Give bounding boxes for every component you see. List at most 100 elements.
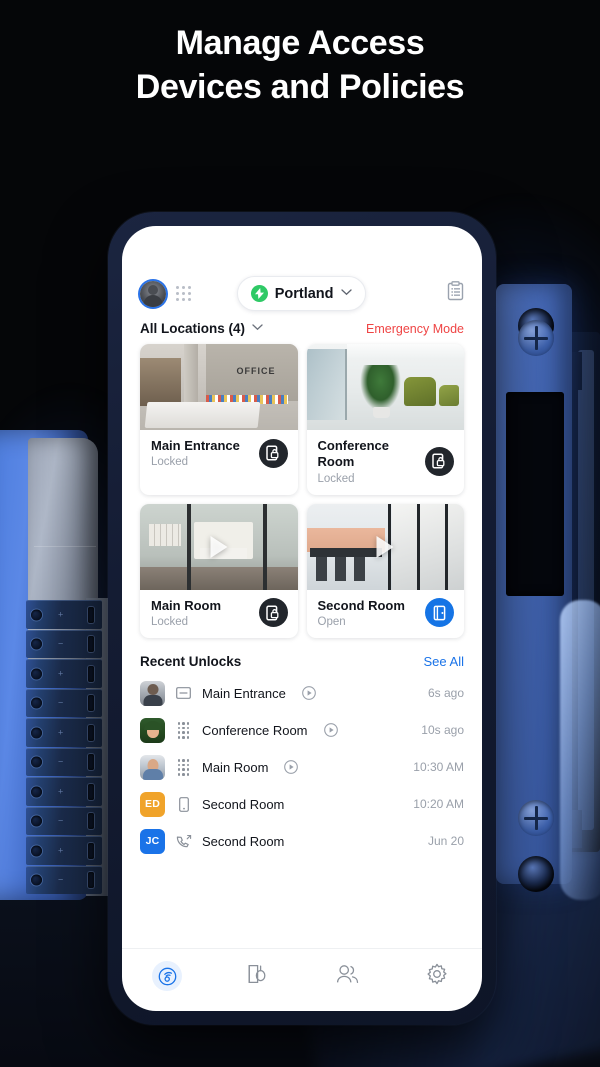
avatar-initials: JC [140, 828, 165, 854]
phone-tap-icon [175, 834, 192, 849]
unlock-timestamp: 10:30 AM [413, 760, 464, 775]
door-lock-icon [246, 963, 268, 990]
door-meta: Second Room Open [307, 590, 465, 638]
strike-cutout [506, 392, 564, 596]
nav-item-unlock[interactable] [144, 961, 190, 991]
terminal-row: − [26, 806, 102, 835]
headline-line-2: Devices and Policies [135, 67, 465, 106]
phone-mockup: Portland All Locations (4) Emergency Mod… [108, 212, 496, 1025]
grid-menu-icon[interactable] [176, 286, 191, 301]
door-meta: Main Room Locked [140, 590, 298, 638]
terminal-hole-icon [31, 815, 42, 827]
door-status: Open [317, 615, 346, 628]
door-thumbnail[interactable] [140, 503, 298, 590]
terminal-row: + [26, 659, 102, 688]
all-locations-label[interactable]: All Locations (4) [140, 321, 245, 336]
terminal-row: + [26, 836, 102, 865]
chevron-down-icon[interactable] [252, 323, 263, 334]
screw-icon [518, 800, 554, 836]
avatar [140, 754, 165, 780]
list-item[interactable]: Main Room 10:30 AM [122, 749, 482, 786]
terminal-slot-icon [88, 606, 94, 623]
chevron-down-icon [340, 288, 352, 299]
terminal-row: + [26, 600, 102, 629]
gear-icon [426, 963, 448, 990]
terminal-row: + [26, 718, 102, 747]
locations-filter-bar: All Locations (4) Emergency Mode [122, 311, 482, 344]
list-item[interactable]: Main Entrance 6s ago [122, 675, 482, 712]
app-header: Portland [122, 226, 482, 311]
unlock-timestamp: 10s ago [421, 723, 464, 738]
terminal-sign: − [58, 815, 64, 826]
door-thumbnail[interactable] [306, 503, 464, 590]
terminal-slot-icon [88, 636, 94, 653]
app-screen: Portland All Locations (4) Emergency Mod… [122, 226, 482, 1011]
clipboard-icon[interactable] [447, 281, 464, 306]
door-thumbnail[interactable] [306, 344, 464, 430]
play-overlay-icon[interactable] [210, 535, 228, 558]
people-icon [336, 964, 359, 989]
terminal-hole-icon [31, 609, 42, 621]
play-button[interactable] [301, 686, 316, 701]
terminal-sign: + [58, 668, 64, 679]
unlock-timestamp: 6s ago [427, 686, 464, 701]
terminal-slot-icon [88, 783, 94, 800]
play-overlay-icon[interactable] [376, 535, 394, 558]
door-meta: Main Entrance Locked [140, 430, 298, 478]
door-card[interactable]: OFFICE Main Entrance Locked [140, 344, 298, 495]
door-name: Conference Room [317, 438, 390, 470]
list-item[interactable]: Conference Room 10s ago [122, 712, 482, 749]
door-card-grid: OFFICE Main Entrance Locked Conference R… [122, 344, 482, 638]
avatar [140, 717, 165, 743]
unlock-door-name: Second Room [202, 833, 285, 849]
terminal-slot-icon [88, 813, 94, 830]
terminal-slot-icon [88, 665, 94, 682]
see-all-link[interactable]: See All [424, 654, 464, 669]
door-name: Second Room [317, 597, 405, 613]
door-name: Main Room [151, 597, 222, 613]
terminal-slot-icon [88, 754, 94, 771]
terminal-slot-icon [88, 724, 94, 741]
nav-item-people[interactable] [324, 964, 370, 989]
play-button[interactable] [284, 760, 299, 775]
play-button[interactable] [323, 723, 338, 738]
unlock-door-name: Main Entrance [202, 685, 286, 701]
terminal-hole-icon [31, 874, 42, 886]
page-title: Manage Access Devices and Policies [0, 22, 600, 109]
emergency-mode-button[interactable]: Emergency Mode [366, 322, 464, 336]
door-card[interactable]: Main Room Locked [140, 503, 298, 638]
terminal-sign: − [58, 874, 64, 885]
terminal-hole-icon [31, 756, 42, 768]
lock-toggle-button[interactable] [258, 438, 288, 468]
unlock-toggle-button[interactable] [425, 598, 454, 628]
avatar [140, 680, 165, 706]
terminal-hole-icon [31, 845, 42, 857]
location-selector[interactable]: Portland [236, 276, 366, 311]
terminal-sign: − [58, 638, 64, 649]
recent-unlocks-header: Recent Unlocks See All [122, 638, 482, 675]
terminal-hole-icon [31, 668, 42, 680]
terminal-row: − [26, 688, 102, 717]
list-item[interactable]: ED Second Room 10:20 AM [122, 786, 482, 823]
nav-item-devices[interactable] [234, 963, 280, 990]
door-status: Locked [151, 615, 189, 628]
light-reflection [560, 600, 600, 900]
recent-unlocks-title: Recent Unlocks [140, 653, 242, 669]
avatar[interactable] [140, 280, 166, 307]
door-card[interactable]: Conference Room Locked [306, 344, 464, 495]
lock-toggle-button[interactable] [258, 598, 288, 628]
keypad-icon [175, 758, 192, 776]
bottom-navigation [122, 948, 482, 1011]
terminal-block: + − + − + − + − + − [26, 600, 102, 894]
terminal-sign: − [58, 697, 64, 708]
door-thumbnail[interactable]: OFFICE [140, 344, 298, 430]
terminal-sign: + [58, 786, 64, 797]
lock-toggle-button[interactable] [425, 446, 454, 476]
terminal-sign: − [58, 756, 64, 767]
door-card[interactable]: Second Room Open [306, 503, 465, 638]
list-item[interactable]: JC Second Room Jun 20 [122, 823, 482, 860]
terminal-hole-icon [31, 697, 42, 709]
headline-line-1: Manage Access [175, 24, 425, 62]
nav-item-settings[interactable] [414, 963, 460, 990]
